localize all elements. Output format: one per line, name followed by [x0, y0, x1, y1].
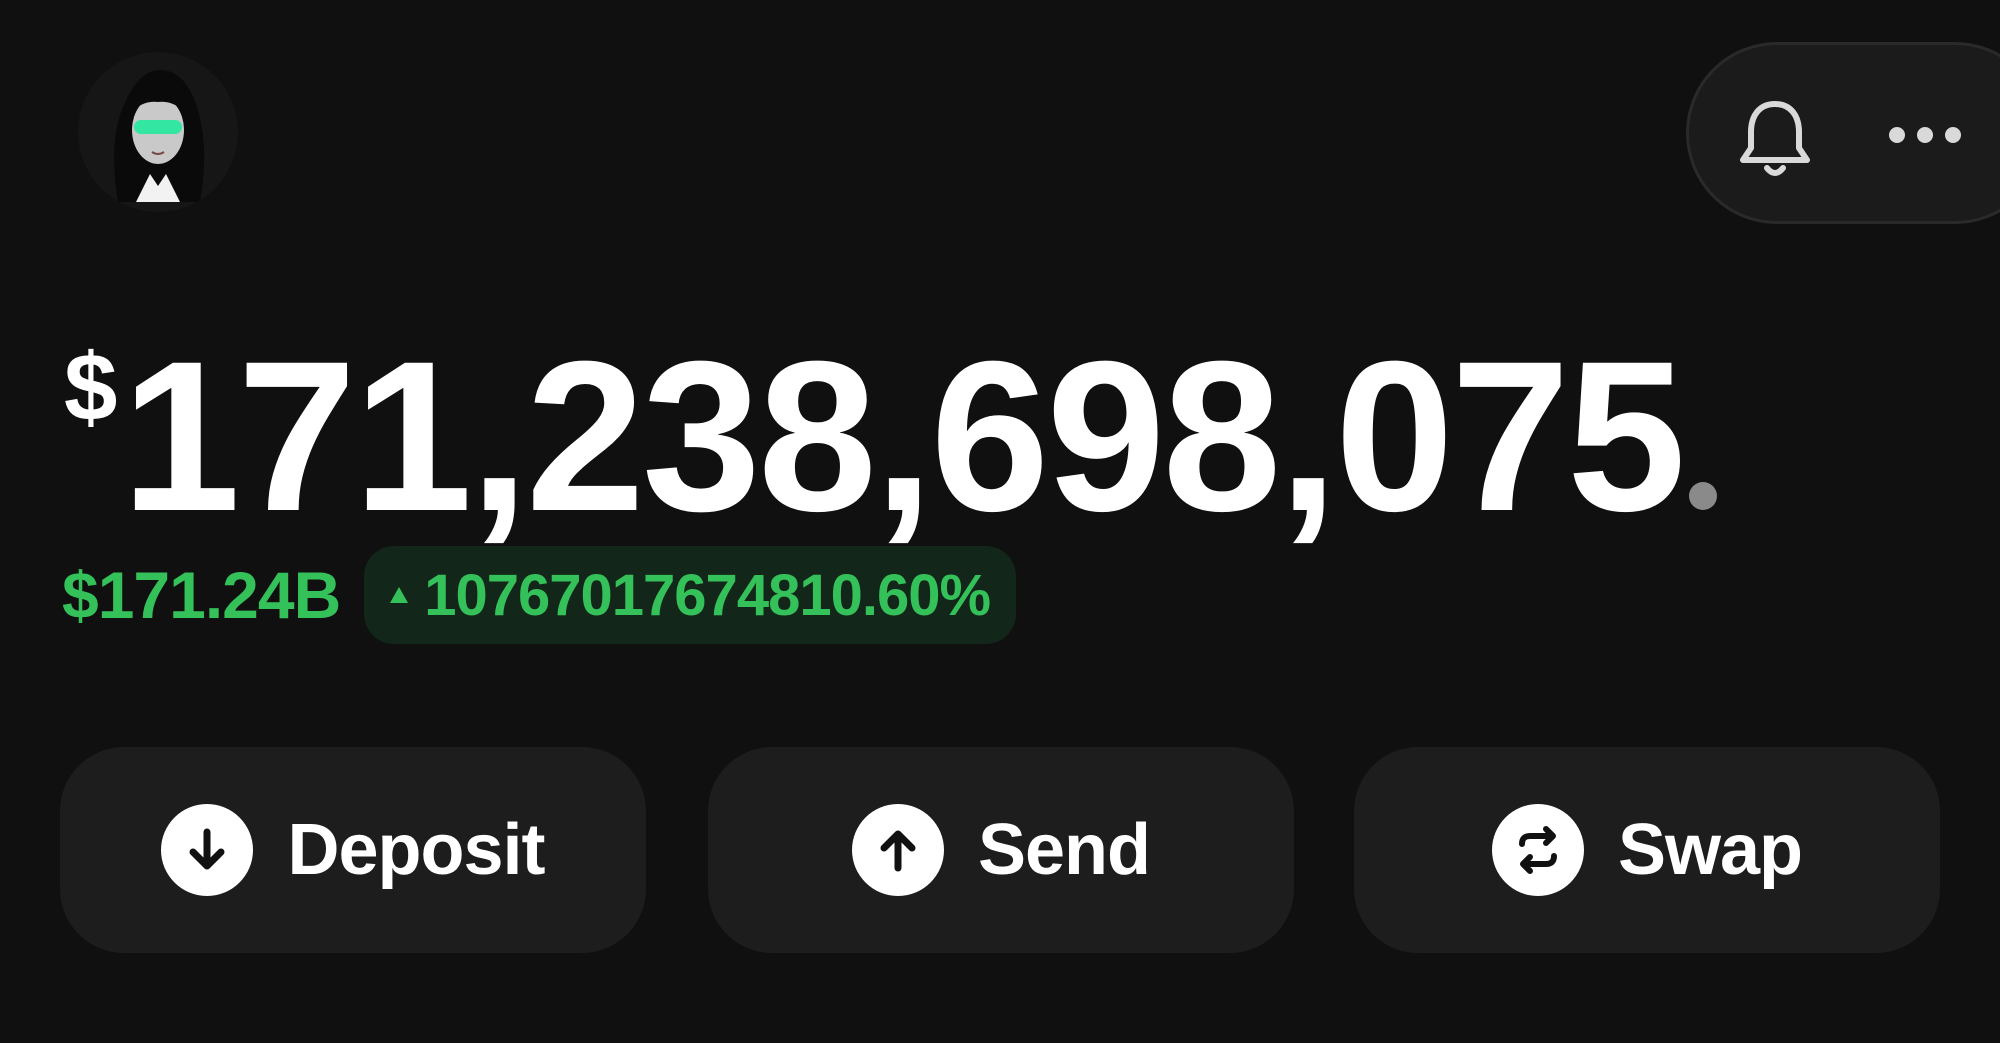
triangle-up-icon: [390, 587, 409, 603]
balance-change: $171.24B 10767017674810.60%: [62, 545, 1017, 645]
action-buttons: Deposit Send Swap: [60, 747, 1940, 953]
total-balance: $ 171,238,698,075: [64, 330, 1717, 560]
arrow-down-circle-icon: [161, 804, 254, 896]
send-button[interactable]: Send: [708, 747, 1294, 953]
bell-icon: [1740, 97, 1810, 176]
deposit-label: Deposit: [287, 810, 545, 890]
change-percent-badge: 10767017674810.60%: [364, 546, 1017, 644]
more-options-button[interactable]: [1880, 100, 1970, 170]
currency-symbol: $: [64, 334, 118, 441]
swap-arrows-icon: [1491, 804, 1584, 896]
notifications-button[interactable]: [1730, 88, 1820, 188]
arrow-up-circle-icon: [851, 804, 944, 896]
change-percent: 10767017674810.60%: [424, 562, 991, 628]
decimal-point-dot: [1688, 482, 1717, 510]
user-avatar-icon: [78, 52, 238, 212]
user-avatar[interactable]: [78, 52, 238, 212]
wallet-screen: $ 171,238,698,075 $171.24B 1076701767481…: [0, 0, 2000, 1043]
change-absolute: $171.24B: [62, 558, 341, 632]
deposit-button[interactable]: Deposit: [60, 747, 646, 953]
more-horizontal-icon: [1889, 127, 1961, 143]
swap-label: Swap: [1617, 810, 1803, 890]
swap-button[interactable]: Swap: [1354, 747, 1940, 953]
send-label: Send: [977, 810, 1151, 890]
balance-amount: 171,238,698,075: [121, 317, 1686, 556]
